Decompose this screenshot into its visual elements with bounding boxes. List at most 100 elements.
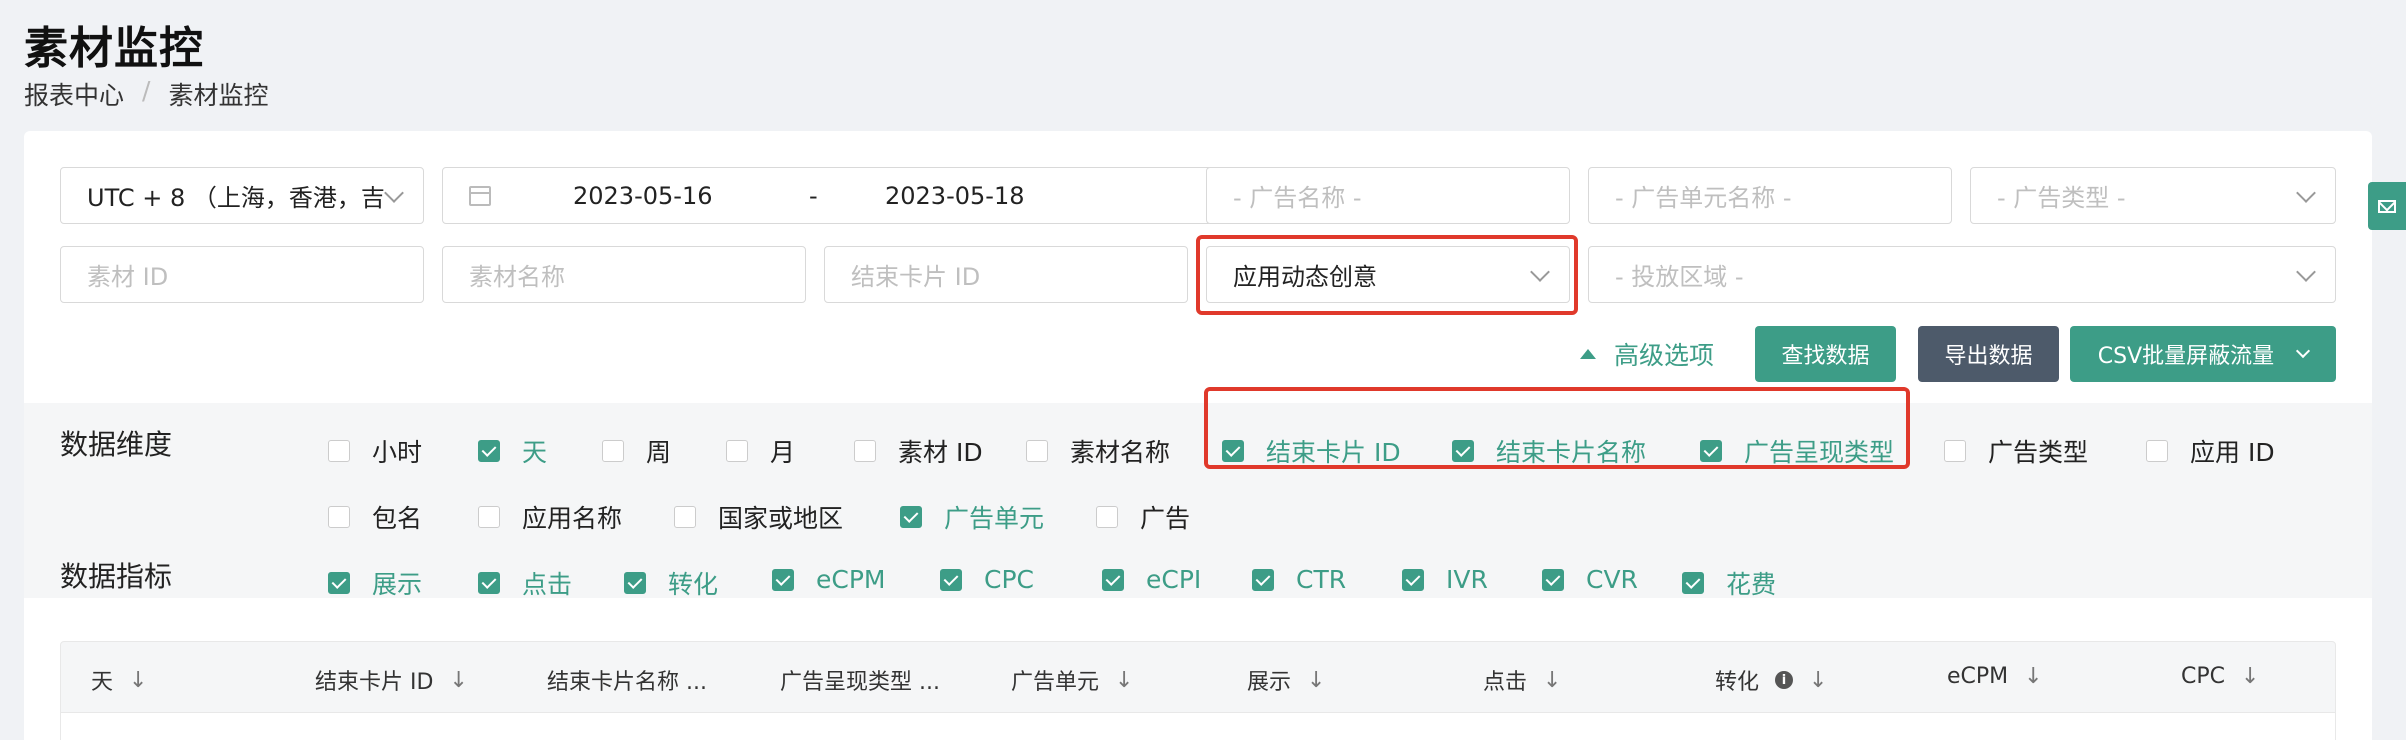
sort-arrow-icon[interactable]: ↓	[129, 668, 147, 693]
checkbox-unchecked-icon[interactable]	[854, 440, 876, 462]
column-header[interactable]: 结束卡片名称 ...	[547, 664, 707, 696]
metrics-checkbox[interactable]: 展示	[328, 565, 422, 601]
column-header-label: 点击	[1483, 670, 1528, 695]
metrics-checkbox[interactable]: 点击	[478, 565, 572, 601]
checkbox-checked-icon[interactable]	[940, 568, 962, 591]
checkbox-unchecked-icon[interactable]	[1944, 440, 1966, 462]
dimensions-checkbox[interactable]: 广告单元	[900, 499, 1044, 535]
advanced-options-toggle[interactable]: 高级选项	[1580, 336, 1714, 372]
checkbox-unchecked-icon[interactable]	[2146, 440, 2168, 462]
metrics-checkbox-label: 点击	[522, 570, 573, 599]
checkbox-checked-icon[interactable]	[478, 440, 500, 462]
csv-block-dropdown-button[interactable]: CSV批量屏蔽流量	[2070, 326, 2336, 382]
column-header[interactable]: 广告单元 ↓	[1011, 664, 1133, 696]
dimensions-checkbox[interactable]: 天	[478, 433, 547, 469]
ad-type-select[interactable]: - 广告类型 -	[1970, 167, 2336, 224]
dimensions-checkbox[interactable]: 月	[726, 433, 795, 469]
checkbox-checked-icon[interactable]	[772, 568, 794, 591]
highlight-box-dimensions	[1204, 387, 1910, 469]
checkbox-checked-icon[interactable]	[1102, 568, 1124, 591]
sort-arrow-icon[interactable]: ↓	[1543, 668, 1561, 693]
column-header[interactable]: 广告呈现类型 ...	[780, 664, 940, 696]
dimensions-checkbox-label: 素材名称	[1070, 438, 1171, 467]
dimensions-checkbox[interactable]: 应用名称	[478, 499, 622, 535]
checkbox-unchecked-icon[interactable]	[726, 440, 748, 462]
checkbox-unchecked-icon[interactable]	[602, 440, 624, 462]
ad-unit-name-select[interactable]: - 广告单元名称 -	[1588, 167, 1952, 224]
date-end[interactable]: 2023-05-18	[885, 182, 1024, 210]
dimensions-checkbox[interactable]: 广告	[1096, 499, 1190, 535]
breadcrumb-item-report-center[interactable]: 报表中心	[24, 76, 124, 112]
breadcrumb: 报表中心 / 素材监控	[24, 76, 268, 112]
timezone-value: UTC + 8 （上海，香港，吉	[87, 184, 385, 212]
export-button-label: 导出数据	[1944, 344, 2033, 369]
dimensions-checkbox-label: 国家或地区	[718, 504, 844, 533]
dimensions-checkbox[interactable]: 广告类型	[1944, 433, 2088, 469]
sort-arrow-icon[interactable]: ↓	[449, 668, 467, 693]
checkbox-unchecked-icon[interactable]	[1096, 506, 1118, 528]
column-header-label: eCPM	[1947, 664, 2009, 689]
sort-arrow-icon[interactable]: ↓	[2024, 664, 2042, 689]
material-id-placeholder: 素材 ID	[87, 263, 169, 291]
metrics-checkbox[interactable]: CVR	[1542, 565, 1638, 594]
metrics-checkbox[interactable]: CPC	[940, 565, 1034, 594]
date-start[interactable]: 2023-05-16	[573, 182, 712, 210]
mail-icon	[2378, 199, 2396, 213]
region-select[interactable]: - 投放区域 -	[1588, 246, 2336, 303]
sort-arrow-icon[interactable]: ↓	[1307, 668, 1325, 693]
caret-up-icon	[1580, 349, 1596, 359]
column-header[interactable]: 点击 ↓	[1483, 664, 1561, 696]
material-id-input[interactable]: 素材 ID	[60, 246, 424, 303]
column-header-label: 广告呈现类型 ...	[780, 670, 940, 695]
checkbox-checked-icon[interactable]	[1402, 568, 1424, 591]
metrics-checkbox[interactable]: IVR	[1402, 565, 1488, 594]
material-name-input[interactable]: 素材名称	[442, 246, 806, 303]
info-icon[interactable]: i	[1775, 671, 1794, 689]
timezone-select[interactable]: UTC + 8 （上海，香港，吉	[60, 167, 424, 224]
column-header[interactable]: eCPM ↓	[1947, 664, 2043, 689]
dimensions-checkbox[interactable]: 国家或地区	[674, 499, 843, 535]
column-header[interactable]: 结束卡片 ID ↓	[315, 664, 468, 696]
checkbox-unchecked-icon[interactable]	[1026, 440, 1048, 462]
sort-arrow-icon[interactable]: ↓	[1115, 668, 1133, 693]
date-range-picker[interactable]: 2023-05-16 - 2023-05-18	[442, 167, 1212, 224]
table-row	[60, 713, 2336, 740]
end-card-id-input[interactable]: 结束卡片 ID	[824, 246, 1188, 303]
dimensions-checkbox[interactable]: 素材名称	[1026, 433, 1170, 469]
metrics-checkbox[interactable]: eCPI	[1102, 565, 1201, 594]
column-header[interactable]: CPC ↓	[2181, 664, 2259, 689]
metrics-checkbox[interactable]: eCPM	[772, 565, 885, 594]
sort-arrow-icon[interactable]: ↓	[1809, 668, 1827, 693]
checkbox-unchecked-icon[interactable]	[478, 506, 500, 528]
checkbox-checked-icon[interactable]	[1252, 568, 1274, 591]
ad-type-placeholder: - 广告类型 -	[1997, 184, 2126, 212]
column-header[interactable]: 天 ↓	[91, 664, 147, 696]
checkbox-checked-icon[interactable]	[478, 572, 500, 594]
sort-arrow-icon[interactable]: ↓	[2241, 664, 2259, 689]
checkbox-checked-icon[interactable]	[328, 572, 350, 594]
calendar-icon	[469, 185, 491, 206]
column-header[interactable]: 展示 ↓	[1247, 664, 1325, 696]
dimensions-checkbox[interactable]: 周	[602, 433, 671, 469]
dimensions-checkbox[interactable]: 包名	[328, 499, 422, 535]
dimensions-checkbox-label: 广告	[1140, 504, 1191, 533]
dimensions-checkbox[interactable]: 素材 ID	[854, 433, 983, 469]
metrics-checkbox[interactable]: 转化	[624, 565, 718, 601]
metrics-checkbox[interactable]: CTR	[1252, 565, 1346, 594]
side-tab[interactable]	[2368, 182, 2406, 230]
dimensions-checkbox[interactable]: 小时	[328, 433, 422, 469]
export-button[interactable]: 导出数据	[1918, 326, 2059, 382]
checkbox-checked-icon[interactable]	[900, 506, 922, 528]
ad-name-select[interactable]: - 广告名称 -	[1206, 167, 1570, 224]
column-header[interactable]: 转化 i ↓	[1715, 664, 1827, 696]
checkbox-checked-icon[interactable]	[624, 572, 646, 594]
checkbox-unchecked-icon[interactable]	[328, 506, 350, 528]
checkbox-unchecked-icon[interactable]	[328, 440, 350, 462]
dimensions-checkbox[interactable]: 应用 ID	[2146, 433, 2275, 469]
checkbox-checked-icon[interactable]	[1682, 572, 1704, 594]
checkbox-unchecked-icon[interactable]	[674, 506, 696, 528]
checkbox-checked-icon[interactable]	[1542, 568, 1564, 591]
search-button[interactable]: 查找数据	[1755, 326, 1896, 382]
ad-unit-name-placeholder: - 广告单元名称 -	[1615, 184, 1792, 212]
metrics-checkbox[interactable]: 花费	[1682, 565, 1776, 601]
